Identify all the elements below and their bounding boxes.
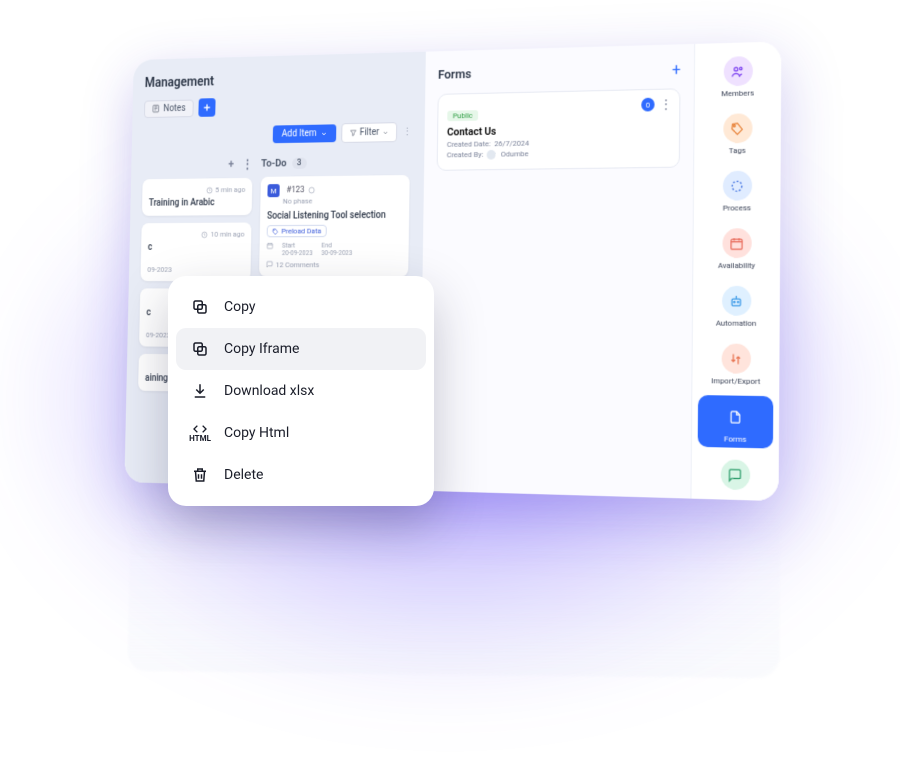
ctx-delete[interactable]: Delete <box>176 454 426 496</box>
task-phase: No phase <box>283 196 402 206</box>
task-card[interactable]: M #123 No phase Social Listening Tool se… <box>259 175 410 276</box>
chat-icon <box>720 459 750 490</box>
more-icon[interactable]: ⋮ <box>402 126 412 138</box>
trash-icon <box>190 465 210 485</box>
task-id: #123 <box>286 186 304 196</box>
list-item[interactable]: 10 min ago c 09-2023 <box>140 222 251 281</box>
column-add-icon[interactable]: + <box>228 158 234 171</box>
filter-label: Filter <box>359 127 379 138</box>
form-more-icon[interactable]: ⋮ <box>660 97 672 111</box>
download-icon <box>190 381 210 401</box>
task-avatar: M <box>267 184 279 197</box>
forms-panel: Forms + 0 ⋮ Public Contact Us Created Da… <box>419 44 694 499</box>
creator-avatar <box>487 150 496 160</box>
add-square-button[interactable] <box>198 98 215 117</box>
notes-label: Notes <box>163 103 185 114</box>
import-export-icon <box>721 344 750 374</box>
column-count: 3 <box>292 157 307 168</box>
members-icon <box>723 56 752 86</box>
process-icon <box>722 171 751 201</box>
ctx-copy-html[interactable]: HTML Copy Html <box>176 412 426 454</box>
tag-icon <box>723 113 752 143</box>
ctx-copy[interactable]: Copy <box>176 286 426 328</box>
reflection <box>127 498 780 678</box>
form-title: Contact Us <box>447 122 670 139</box>
filter-button[interactable]: Filter <box>341 122 397 143</box>
copy-icon <box>190 297 210 317</box>
form-count: 0 <box>641 98 654 112</box>
form-card[interactable]: 0 ⋮ Public Contact Us Created Date: 26/7… <box>437 88 681 171</box>
rail-members[interactable]: Members <box>700 50 775 103</box>
add-item-button[interactable]: Add Item <box>273 124 336 143</box>
task-title: Social Listening Tool selection <box>267 210 402 221</box>
add-item-label: Add Item <box>282 128 317 139</box>
rail-extra[interactable] <box>697 453 773 498</box>
robot-icon <box>721 286 750 316</box>
public-badge: Public <box>447 110 478 121</box>
rail-process[interactable]: Process <box>700 164 775 216</box>
list-item[interactable]: 5 min ago Training in Arabic <box>142 178 252 216</box>
notes-button[interactable]: Notes <box>144 99 193 117</box>
rail-import-export[interactable]: Import/Export <box>698 337 774 390</box>
context-menu: Copy Copy Iframe Download xlsx HTML Copy… <box>168 276 434 506</box>
task-chip: Preload Data <box>267 225 327 237</box>
rail-availability[interactable]: Availability <box>699 222 774 274</box>
forms-icon <box>721 401 751 432</box>
calendar-icon <box>722 228 751 258</box>
rail-forms[interactable]: Forms <box>698 395 774 449</box>
right-rail: Members Tags Process Availability <box>690 41 781 501</box>
management-title: Management <box>145 69 413 91</box>
rail-tags[interactable]: Tags <box>700 107 775 160</box>
column-name: To-Do <box>261 157 287 169</box>
add-form-button[interactable]: + <box>672 60 681 79</box>
forms-title: Forms <box>438 67 472 82</box>
copy-icon <box>190 339 210 359</box>
ctx-copy-iframe[interactable]: Copy Iframe <box>176 328 426 370</box>
rail-automation[interactable]: Automation <box>699 280 774 332</box>
html-icon: HTML <box>190 423 210 443</box>
column-more-icon[interactable]: ⋮ <box>242 157 253 170</box>
ctx-download-xlsx[interactable]: Download xlsx <box>176 370 426 412</box>
